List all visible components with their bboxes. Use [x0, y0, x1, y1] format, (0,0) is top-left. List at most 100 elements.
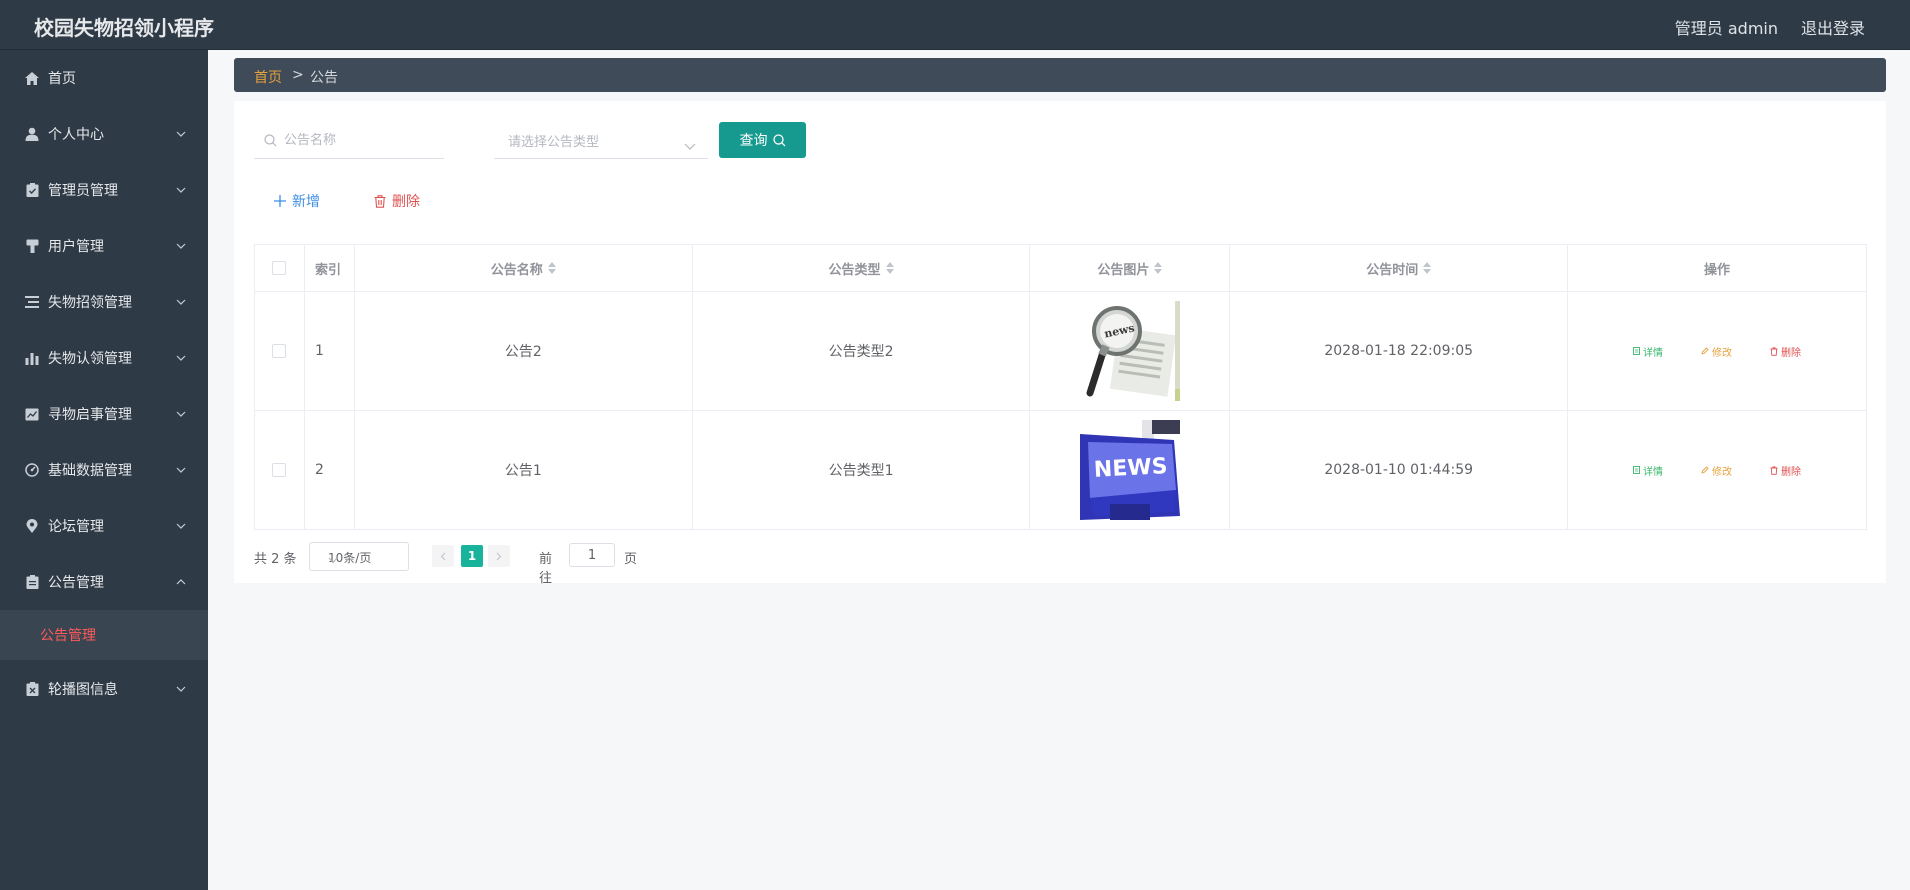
chevron-left-icon: [440, 552, 446, 560]
sidebar-item-home[interactable]: 首页: [0, 50, 208, 106]
sort-icon[interactable]: [547, 262, 556, 274]
bar-chart-icon: [24, 350, 40, 366]
document-icon: [1633, 466, 1640, 474]
row-type: 公告类型1: [691, 410, 1031, 530]
clipboard-x-icon: [24, 681, 40, 697]
top-bar: 校园失物招领小程序 管理员 admin 退出登录: [0, 0, 1910, 50]
stamp-icon: [24, 238, 40, 254]
sidebar-item-announcement-management[interactable]: 公告管理: [0, 554, 208, 610]
sidebar-item-search-notice-management[interactable]: 寻物启事管理: [0, 386, 208, 442]
admin-user-label: 管理员 admin: [1674, 19, 1778, 38]
clipboard-check-icon: [24, 182, 40, 198]
sidebar-item-user-management[interactable]: 用户管理: [0, 218, 208, 274]
column-header-name[interactable]: 公告名称: [353, 244, 693, 292]
page-size-select[interactable]: 10条/页: [309, 542, 409, 571]
sidebar-item-label: 失物招领管理: [48, 295, 132, 311]
breadcrumb-separator: >: [292, 67, 304, 83]
breadcrumb-home-link[interactable]: 首页: [254, 67, 282, 87]
column-header-time[interactable]: 公告时间: [1229, 244, 1569, 292]
row-image-cell: NEWS: [1029, 410, 1231, 530]
sort-icon[interactable]: [1423, 262, 1432, 274]
sidebar-item-forum-management[interactable]: 论坛管理: [0, 498, 208, 554]
chevron-down-icon: [176, 353, 186, 363]
detail-button[interactable]: 详情: [1633, 463, 1663, 478]
news-key-image[interactable]: NEWS: [1079, 420, 1180, 520]
list-icon: [24, 294, 40, 310]
row-image-cell: news: [1029, 291, 1231, 411]
sidebar-item-label: 首页: [48, 71, 76, 87]
sidebar-item-admin-management[interactable]: 管理员管理: [0, 162, 208, 218]
next-page-button[interactable]: [488, 545, 510, 567]
sidebar-item-label: 管理员管理: [48, 183, 118, 199]
row-operations: 详情 修改 删除: [1567, 410, 1867, 530]
delete-button[interactable]: 删除: [1770, 344, 1801, 359]
table-row: 2 公告1 公告类型1 NEWS 2028-01-10 01:44:59 详情 …: [254, 410, 1867, 530]
sidebar-item-carousel-info[interactable]: 轮播图信息: [0, 660, 208, 718]
sidebar-item-label: 轮播图信息: [48, 682, 118, 698]
trash-icon: [1770, 346, 1778, 356]
announcement-table: 索引 公告名称 公告类型 公告图片 公告时间 操作 1 公告2 公告类型2 ne…: [254, 244, 1867, 530]
logout-link[interactable]: 退出登录: [1801, 15, 1865, 39]
trash-icon: [374, 194, 387, 208]
column-header-type[interactable]: 公告类型: [691, 244, 1031, 292]
sidebar-item-base-data-management[interactable]: 基础数据管理: [0, 442, 208, 498]
delete-button[interactable]: 删除: [1770, 463, 1801, 478]
content-panel: 请选择公告类型 查询 新增 删除 索引 公告名称 公告类型 公告图片 公告时间: [234, 101, 1886, 586]
row-time: 2028-01-10 01:44:59: [1229, 410, 1569, 530]
row-name: 公告1: [353, 410, 693, 530]
sidebar-item-label: 个人中心: [48, 127, 104, 143]
announcement-name-search[interactable]: [254, 123, 444, 159]
batch-delete-button[interactable]: 删除: [374, 191, 420, 211]
sort-icon[interactable]: [885, 262, 894, 274]
goto-page-input[interactable]: [569, 543, 615, 567]
home-icon: [24, 70, 40, 86]
chevron-down-icon: [176, 129, 186, 139]
newspaper-magnifier-image[interactable]: news: [1079, 301, 1180, 401]
sidebar-item-personal-center[interactable]: 个人中心: [0, 106, 208, 162]
chevron-down-icon: [176, 241, 186, 251]
search-icon: [264, 134, 278, 148]
select-all-cell: [254, 244, 305, 292]
edit-button[interactable]: 修改: [1701, 463, 1732, 478]
sidebar-item-lost-found-management[interactable]: 失物招领管理: [0, 274, 208, 330]
chevron-down-icon: [176, 297, 186, 307]
query-button[interactable]: 查询: [719, 122, 806, 158]
edit-button[interactable]: 修改: [1701, 344, 1732, 359]
add-button[interactable]: 新增: [274, 191, 320, 211]
announcement-name-input[interactable]: [284, 133, 434, 148]
chevron-down-icon: [328, 553, 338, 564]
row-index: 2: [303, 410, 355, 530]
goto-label: 前往: [539, 552, 553, 586]
svg-text:NEWS: NEWS: [1093, 454, 1168, 483]
chevron-down-icon: [176, 684, 186, 694]
table-header-row: 索引 公告名称 公告类型 公告图片 公告时间 操作: [254, 244, 1867, 292]
gauge-icon: [24, 462, 40, 478]
detail-button[interactable]: 详情: [1633, 344, 1663, 359]
announcement-type-select[interactable]: 请选择公告类型: [494, 123, 708, 159]
sidebar: 首页 个人中心 管理员管理 用户管理 失物招领管理 失物认领管理 寻物启事管理 …: [0, 50, 208, 890]
prev-page-button[interactable]: [432, 545, 454, 567]
column-header-operation: 操作: [1567, 244, 1867, 292]
sidebar-subitem-announcement-management[interactable]: 公告管理: [0, 610, 208, 660]
query-button-label: 查询: [739, 133, 768, 149]
row-select-cell: [254, 410, 305, 530]
page-number-button[interactable]: 1: [461, 545, 483, 567]
column-header-image[interactable]: 公告图片: [1029, 244, 1231, 292]
sidebar-item-claim-management[interactable]: 失物认领管理: [0, 330, 208, 386]
line-chart-icon: [24, 406, 40, 422]
breadcrumb: 首页 > 公告: [234, 58, 1886, 92]
sort-icon[interactable]: [1154, 262, 1163, 274]
sidebar-item-label: 失物认领管理: [48, 351, 132, 367]
edit-icon: [1701, 347, 1709, 355]
chevron-down-icon: [176, 465, 186, 475]
row-checkbox[interactable]: [272, 463, 287, 477]
location-icon: [24, 518, 40, 534]
plus-icon: [274, 195, 287, 208]
sidebar-item-label: 基础数据管理: [48, 463, 132, 479]
sidebar-item-label: 寻物启事管理: [48, 407, 132, 423]
chevron-right-icon: [496, 552, 502, 560]
row-checkbox[interactable]: [272, 344, 287, 358]
chevron-up-icon: [176, 577, 186, 587]
select-all-checkbox[interactable]: [272, 261, 287, 275]
user-icon: [24, 126, 40, 142]
